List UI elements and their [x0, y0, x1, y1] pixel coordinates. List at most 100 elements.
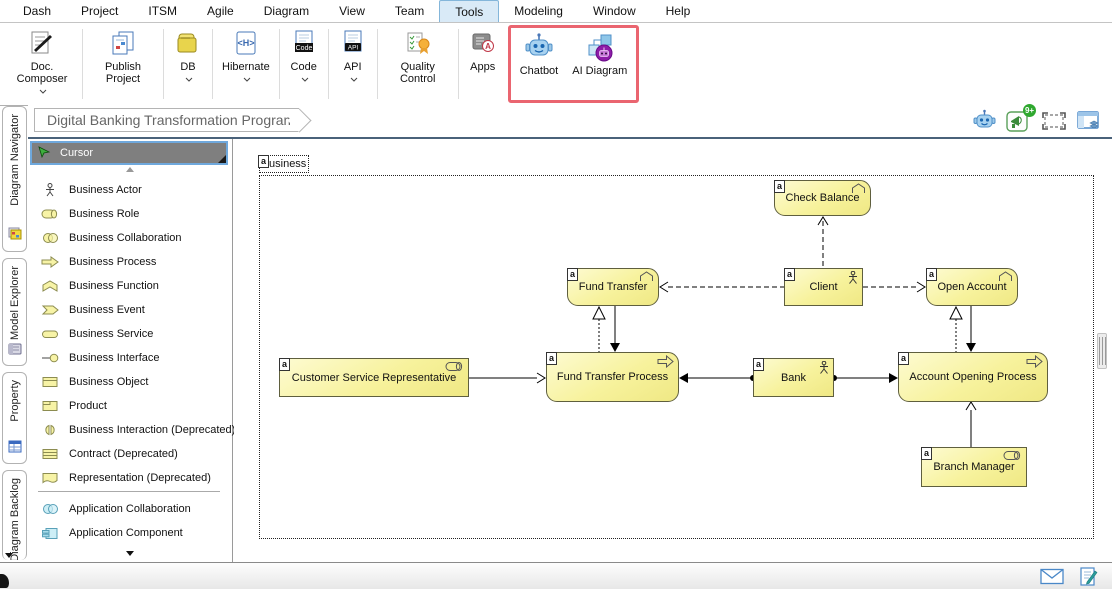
- node-branch-manager[interactable]: a Branch Manager: [921, 447, 1027, 487]
- toolbar-separator: [279, 29, 280, 99]
- whats-new-badge: 9+: [1023, 104, 1036, 117]
- palette-item-product[interactable]: Product: [28, 394, 232, 418]
- node-check-balance[interactable]: a Check Balance: [774, 180, 871, 216]
- menu-diagram[interactable]: Diagram: [249, 0, 324, 22]
- strip-overflow-icon[interactable]: [5, 553, 13, 558]
- menu-view[interactable]: View: [324, 0, 380, 22]
- hibernate-icon: <H>: [231, 27, 261, 61]
- tab-property[interactable]: Property: [2, 372, 27, 464]
- chatbot-header-icon[interactable]: [972, 109, 997, 138]
- palette-business-section: Business Actor Business Role Business Co…: [28, 178, 232, 490]
- breadcrumb[interactable]: Digital Banking Transformation Program: [34, 108, 299, 132]
- ai-diagram-button[interactable]: AI Diagram: [565, 28, 634, 100]
- business-process-type-icon: [1026, 355, 1043, 371]
- palette-item-business-function[interactable]: Business Function: [28, 274, 232, 298]
- node-account-opening-process[interactable]: a Account Opening Process: [898, 352, 1048, 402]
- tab-model-explorer[interactable]: Model Explorer: [2, 258, 27, 366]
- archimate-badge: a: [926, 268, 937, 281]
- menu-modeling[interactable]: Modeling: [499, 0, 578, 22]
- diagram-header: Digital Banking Transformation Program 9…: [28, 103, 1112, 139]
- archimate-badge: a: [279, 358, 290, 371]
- diagram-canvas[interactable]: a Business a Check Balance a Fund: [234, 139, 1112, 562]
- chatbot-button[interactable]: Chatbot: [513, 28, 566, 100]
- palette-item-business-interface[interactable]: Business Interface: [28, 346, 232, 370]
- doc-composer-button[interactable]: Doc. Composer: [4, 24, 80, 104]
- cursor-icon: [38, 146, 51, 161]
- palette-item-business-process[interactable]: Business Process: [28, 250, 232, 274]
- business-role-type-icon: [445, 361, 464, 375]
- product-icon: [40, 400, 60, 412]
- business-object-icon: [40, 376, 60, 388]
- menu-team[interactable]: Team: [380, 0, 439, 22]
- mail-icon[interactable]: [1040, 568, 1064, 590]
- app-window: { "menu": { "items": [ {"label":"Dash"},…: [0, 0, 1112, 589]
- panel-splitter-grip[interactable]: [1097, 333, 1107, 369]
- palette-item-business-interaction[interactable]: Business Interaction (Deprecated): [28, 418, 232, 442]
- edit-note-icon[interactable]: [1078, 567, 1098, 591]
- group-label-business[interactable]: a Business: [259, 155, 309, 173]
- whats-new-icon[interactable]: 9+: [1006, 108, 1032, 139]
- archimate-badge: a: [546, 352, 557, 365]
- svg-text:A: A: [485, 42, 491, 51]
- menu-project[interactable]: Project: [66, 0, 133, 22]
- property-icon: [7, 439, 23, 459]
- toolbar-separator: [212, 29, 213, 99]
- palette-scroll-up[interactable]: [28, 167, 232, 172]
- palette-item-business-event[interactable]: Business Event: [28, 298, 232, 322]
- menu-help[interactable]: Help: [651, 0, 706, 22]
- dropdown-chevron-icon: [185, 73, 193, 85]
- palette-item-business-object[interactable]: Business Object: [28, 370, 232, 394]
- palette-item-business-actor[interactable]: Business Actor: [28, 178, 232, 202]
- node-fund-transfer-process[interactable]: a Fund Transfer Process: [546, 352, 679, 402]
- toolbar-separator: [377, 29, 378, 99]
- archimate-badge: a: [898, 352, 909, 365]
- db-icon: [173, 27, 203, 61]
- business-service-icon: [40, 328, 60, 340]
- marquee-select-icon[interactable]: [1041, 110, 1067, 137]
- node-bank[interactable]: a Bank: [753, 358, 834, 397]
- toolbar-ribbon: Doc. Composer Publish Project DB <H> Hib…: [0, 22, 1112, 106]
- menu-dash[interactable]: Dash: [8, 0, 66, 22]
- db-button[interactable]: DB: [166, 24, 210, 104]
- toolbar-separator: [163, 29, 164, 99]
- node-customer-service-representative[interactable]: a Customer Service Representative: [279, 358, 469, 397]
- tab-diagram-backlog[interactable]: Diagram Backlog: [2, 470, 27, 560]
- tool-palette: Cursor Business Actor Business Role Busi…: [28, 139, 233, 562]
- toolbar-separator: [82, 29, 83, 99]
- publish-project-button[interactable]: Publish Project: [85, 24, 161, 104]
- business-interface-icon: [40, 352, 60, 364]
- quality-control-icon: [403, 27, 433, 61]
- palette-cursor-tool[interactable]: Cursor: [30, 141, 228, 165]
- node-fund-transfer[interactable]: a Fund Transfer: [567, 268, 659, 306]
- menu-tools[interactable]: Tools: [439, 0, 499, 22]
- palette-item-representation[interactable]: Representation (Deprecated): [28, 466, 232, 490]
- business-function-type-icon: [998, 271, 1013, 285]
- palette-item-business-service[interactable]: Business Service: [28, 322, 232, 346]
- business-actor-type-icon: [848, 271, 858, 288]
- menu-itsm[interactable]: ITSM: [133, 0, 192, 22]
- apps-icon: A: [468, 27, 498, 61]
- node-client[interactable]: a Client: [784, 268, 863, 306]
- apps-button[interactable]: A Apps: [461, 24, 505, 104]
- api-button[interactable]: API API: [331, 24, 375, 104]
- layout-panel-icon[interactable]: [1076, 109, 1102, 138]
- archimate-badge: a: [784, 268, 795, 281]
- palette-item-contract[interactable]: Contract (Deprecated): [28, 442, 232, 466]
- business-actor-type-icon: [819, 361, 829, 378]
- tab-diagram-navigator[interactable]: Diagram Navigator: [2, 106, 27, 252]
- application-component-icon: [40, 527, 60, 540]
- business-actor-icon: [40, 183, 60, 197]
- palette-item-application-component[interactable]: Application Component: [28, 521, 232, 545]
- palette-scroll-down[interactable]: [28, 551, 232, 556]
- contract-icon: [40, 448, 60, 460]
- palette-item-business-role[interactable]: Business Role: [28, 202, 232, 226]
- node-open-account[interactable]: a Open Account: [926, 268, 1018, 306]
- representation-icon: [40, 472, 60, 484]
- quality-control-button[interactable]: Quality Control: [380, 24, 456, 104]
- palette-item-business-collaboration[interactable]: Business Collaboration: [28, 226, 232, 250]
- palette-item-application-collaboration[interactable]: Application Collaboration: [28, 497, 232, 521]
- hibernate-button[interactable]: <H> Hibernate: [215, 24, 277, 104]
- menu-window[interactable]: Window: [578, 0, 651, 22]
- menu-agile[interactable]: Agile: [192, 0, 249, 22]
- code-button[interactable]: Code Code: [282, 24, 326, 104]
